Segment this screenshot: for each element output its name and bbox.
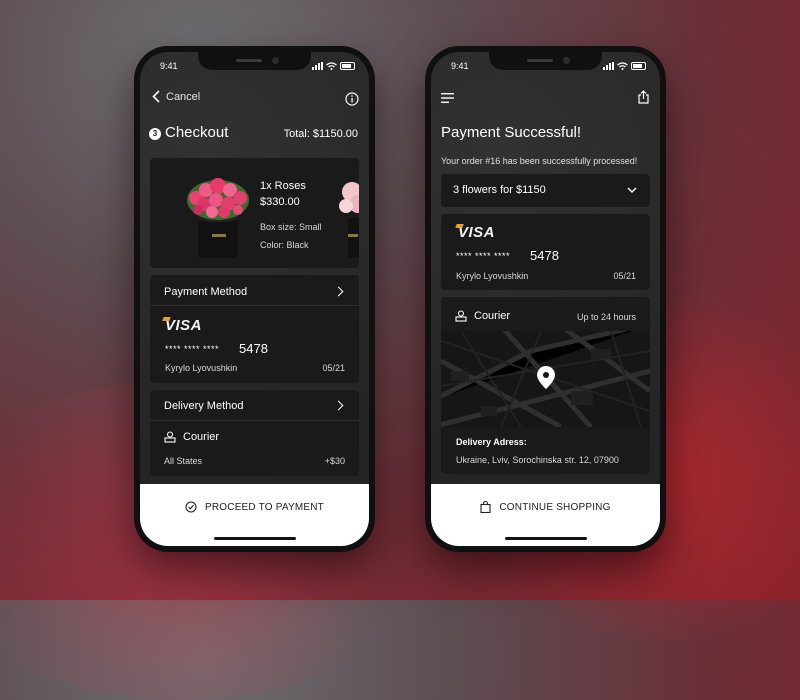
cancel-button[interactable]: Cancel xyxy=(152,90,200,103)
bottom-action-bar: CONTINUE SHOPPING xyxy=(431,484,660,546)
courier-icon xyxy=(164,431,176,443)
cancel-label: Cancel xyxy=(166,90,201,103)
delivery-eta: Up to 24 hours xyxy=(576,312,636,322)
delivery-method-header: Delivery Method xyxy=(164,400,244,412)
card-last4: 5478 xyxy=(530,248,559,263)
bottom-action-bar: PROCEED TO PAYMENT xyxy=(140,484,369,546)
next-product-image xyxy=(339,182,359,258)
status-time: 9:41 xyxy=(451,61,469,71)
card-last4: 5478 xyxy=(239,341,268,356)
card-expiry: 05/21 xyxy=(322,363,345,373)
phone-success: 9:41 Payment Successful! Your order #16 … xyxy=(425,46,666,552)
proceed-to-payment-button[interactable]: PROCEED TO PAYMENT xyxy=(140,484,369,530)
order-summary-label: 3 flowers for $1150 xyxy=(453,184,546,196)
visa-logo: VISA xyxy=(458,224,496,241)
wifi-icon xyxy=(326,62,337,70)
product-color: Color: Black xyxy=(260,240,309,250)
delivery-method-name: Courier xyxy=(474,310,511,322)
delivery-region: All States xyxy=(164,456,203,466)
info-icon[interactable] xyxy=(345,92,359,106)
continue-label: CONTINUE SHOPPING xyxy=(499,501,611,513)
step-badge: 3 xyxy=(149,128,161,140)
order-summary-dropdown[interactable]: 3 flowers for $1150 xyxy=(441,174,650,207)
card-holder: Kyrylo Lyovushkin xyxy=(165,363,238,373)
delivery-map[interactable] xyxy=(441,331,650,427)
page-title: Payment Successful! xyxy=(441,124,582,141)
visa-logo: VISA xyxy=(165,317,203,334)
payment-method-header: Payment Method xyxy=(164,286,248,298)
courier-icon xyxy=(455,310,467,322)
delivery-method-card[interactable]: Delivery Method Courier All States +$30 xyxy=(150,390,359,476)
shopping-bag-icon xyxy=(480,501,491,513)
product-box-size: Box size: Small xyxy=(260,222,322,232)
signal-icon xyxy=(312,62,323,70)
product-name: 1x Roses xyxy=(260,180,306,192)
battery-icon xyxy=(631,62,646,70)
flower-box-image xyxy=(187,178,249,258)
card-holder: Kyrylo Lyovushkin xyxy=(456,271,529,281)
proceed-label: PROCEED TO PAYMENT xyxy=(205,501,324,513)
card-expiry: 05/21 xyxy=(613,271,636,281)
delivery-address: Ukraine, Lviv, Sorochinska str. 12, 0790… xyxy=(456,455,619,465)
payment-card: VISA **** **** **** 5478 Kyrylo Lyovushk… xyxy=(441,214,650,290)
product-card[interactable]: 1x Roses $330.00 Box size: Small Color: … xyxy=(150,158,359,268)
chevron-right-icon xyxy=(333,286,344,297)
home-indicator xyxy=(505,537,587,540)
share-icon[interactable] xyxy=(638,90,649,104)
wifi-icon xyxy=(617,62,628,70)
page-title: Checkout xyxy=(165,124,229,141)
success-message: Your order #16 has been successfully pro… xyxy=(441,156,638,166)
status-bar: 9:41 xyxy=(431,61,660,75)
check-circle-icon xyxy=(185,501,197,513)
product-price: $330.00 xyxy=(260,196,300,208)
delivery-address-label: Delivery Adress: xyxy=(456,437,527,447)
phone-checkout: 9:41 Cancel 3 Checkout Total: $1150.00 1… xyxy=(134,46,375,552)
menu-icon[interactable] xyxy=(441,93,454,103)
checkout-screen: 9:41 Cancel 3 Checkout Total: $1150.00 1… xyxy=(140,52,369,546)
success-screen: 9:41 Payment Successful! Your order #16 … xyxy=(431,52,660,546)
delivery-price: +$30 xyxy=(324,456,345,466)
card-number-masked: **** **** **** xyxy=(456,251,511,261)
status-bar: 9:41 xyxy=(140,61,369,75)
card-number-masked: **** **** **** xyxy=(165,344,220,354)
order-total: Total: $1150.00 xyxy=(283,128,358,140)
chevron-left-icon xyxy=(152,90,160,103)
chevron-right-icon xyxy=(333,400,344,411)
payment-method-card[interactable]: Payment Method VISA **** **** **** 5478 … xyxy=(150,275,359,383)
chevron-down-icon xyxy=(627,187,637,194)
delivery-method-name: Courier xyxy=(183,431,220,443)
signal-icon xyxy=(603,62,614,70)
continue-shopping-button[interactable]: CONTINUE SHOPPING xyxy=(431,484,660,530)
home-indicator xyxy=(214,537,296,540)
delivery-card: Courier Up to 24 hours Delivery Adress: … xyxy=(441,297,650,474)
status-time: 9:41 xyxy=(160,61,178,71)
battery-icon xyxy=(340,62,355,70)
